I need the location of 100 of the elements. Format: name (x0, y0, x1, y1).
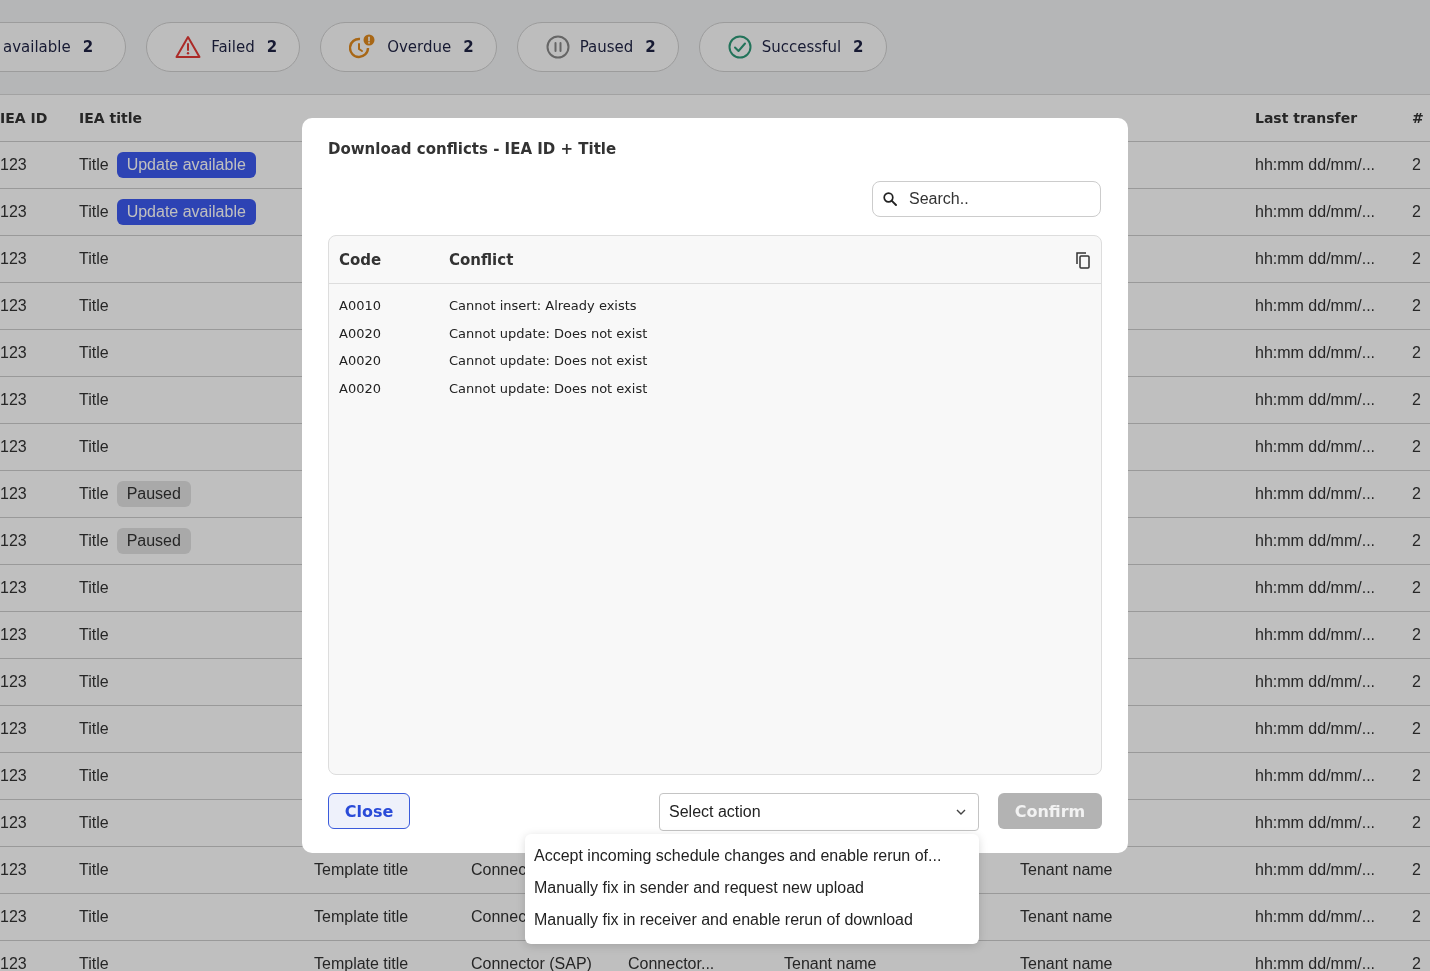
column-header[interactable]: IEA ID (0, 110, 48, 126)
table-cell: hh:mm dd/mm/... (1255, 485, 1376, 503)
table-cell: hh:mm dd/mm/... (1255, 861, 1376, 879)
menu-item[interactable]: Manually fix in receiver and enable rerun of download (534, 904, 979, 936)
table-cell: 123 (0, 579, 27, 597)
table-cell: hh:mm dd/mm/... (1255, 579, 1376, 597)
table-cell: Connec (471, 861, 527, 879)
close-button[interactable]: Close (328, 793, 410, 829)
status-badge: Paused (116, 528, 191, 554)
column-header: Code (339, 250, 383, 269)
table-cell: hh:mm dd/mm/... (1255, 156, 1376, 174)
table-cell: hh:mm dd/mm/... (1255, 626, 1376, 644)
table-cell: 2 (1412, 908, 1421, 926)
table-cell: Cannot update: Does not exist (449, 325, 648, 341)
table-cell: 123 (0, 626, 27, 644)
table-cell: hh:mm dd/mm/... (1255, 203, 1376, 221)
column-header[interactable]: Last transfer (1255, 110, 1358, 126)
table-cell-text: A0010 (339, 298, 382, 314)
warning-icon (175, 35, 202, 59)
column-header[interactable]: # (1412, 110, 1424, 126)
table-cell: 123 (0, 720, 27, 738)
search-icon (883, 192, 897, 206)
table-cell: 2 (1412, 955, 1421, 971)
table-cell: 2 (1412, 720, 1421, 738)
table-cell: 123 (0, 156, 27, 174)
table-cell: hh:mm dd/mm/... (1255, 532, 1376, 550)
menu-item[interactable]: Manually fix in sender and request new upload (534, 872, 979, 904)
table-cell-text: A0020 (339, 353, 382, 369)
table-cell: Title (79, 391, 109, 409)
table-cell: Title (79, 861, 109, 879)
menu-item[interactable]: Accept incoming schedule changes and enable rerun of... (534, 840, 979, 872)
table-cell: hh:mm dd/mm/... (1255, 814, 1376, 832)
table-cell: 2 (1412, 391, 1421, 409)
table-cell: Title (79, 203, 109, 221)
table-cell: Title (79, 673, 109, 691)
table-cell: 123 (0, 203, 27, 221)
filter-chip[interactable]: Successful 2 (698, 22, 887, 72)
table-cell: hh:mm dd/mm/... (1255, 955, 1376, 971)
table-cell: Template title (314, 908, 409, 926)
table-cell: hh:mm dd/mm/... (1255, 344, 1376, 362)
table-cell: Template title (314, 861, 409, 879)
table-cell: 123 (0, 814, 27, 832)
chevron-down-icon (956, 809, 966, 815)
check-circle-icon (727, 35, 752, 59)
table-cell: hh:mm dd/mm/... (1255, 391, 1376, 409)
table-cell: 2 (1412, 203, 1421, 221)
search-field[interactable]: Search.. (872, 181, 1101, 217)
filter-chip[interactable]: available 2 (0, 22, 127, 72)
table-cell: 2 (1412, 485, 1421, 503)
copy-icon[interactable] (1075, 250, 1091, 269)
table-cell: Title (79, 955, 109, 971)
table-cell: 123 (0, 297, 27, 315)
filter-chip[interactable]: Failed 2 (146, 22, 301, 72)
table-cell: 2 (1412, 861, 1421, 879)
column-header[interactable]: IEA title (79, 110, 142, 126)
table-cell: Title (79, 532, 109, 550)
pause-icon (545, 35, 570, 59)
table-cell: 2 (1412, 250, 1421, 268)
table-cell: Title (79, 814, 109, 832)
table-cell: Tenant name (1020, 908, 1113, 926)
table-cell: 123 (0, 532, 27, 550)
column-header: Conflict (449, 250, 514, 269)
table-cell: 123 (0, 861, 27, 879)
table-cell: hh:mm dd/mm/... (1255, 767, 1376, 785)
table-cell: Title (79, 908, 109, 926)
dialog-title: Download conflicts - IEA ID + Title (328, 140, 618, 158)
table-cell: Title (79, 767, 109, 785)
table-cell: 2 (1412, 438, 1421, 456)
table-cell: hh:mm dd/mm/... (1255, 673, 1376, 691)
table-cell: 2 (1412, 673, 1421, 691)
action-select[interactable]: Select action (659, 793, 979, 831)
table-cell: 123 (0, 767, 27, 785)
table-cell-text: A0020 (339, 380, 382, 396)
table-cell: Title (79, 297, 109, 315)
table-cell: Title (79, 485, 109, 503)
table-cell: Title (79, 156, 109, 174)
table-cell: 2 (1412, 579, 1421, 597)
table-cell: 123 (0, 391, 27, 409)
status-badge: Paused (116, 481, 191, 507)
table-cell: Tenant name (1020, 955, 1113, 971)
table-cell: hh:mm dd/mm/... (1255, 720, 1376, 738)
table-cell: Title (79, 344, 109, 362)
table-cell: 123 (0, 344, 27, 362)
table-cell: Title (79, 626, 109, 644)
filter-chip[interactable]: Overdue 2 (320, 22, 497, 72)
status-badge: Update available (116, 152, 256, 178)
table-cell: Cannot update: Does not exist (449, 353, 648, 369)
filter-chip[interactable]: Paused 2 (516, 22, 679, 72)
table-cell: Tenant name (1020, 861, 1113, 879)
table-cell: Cannot update: Does not exist (449, 380, 648, 396)
table-cell: 2 (1412, 156, 1421, 174)
table-cell: 123 (0, 955, 27, 971)
table-cell: Title (79, 438, 109, 456)
table-cell: 2 (1412, 814, 1421, 832)
table-cell: Title (79, 720, 109, 738)
table-cell-text: A0020 (339, 325, 382, 341)
table-cell: Tenant name (784, 955, 877, 971)
table-cell: hh:mm dd/mm/... (1255, 438, 1376, 456)
table-cell: 2 (1412, 344, 1421, 362)
table-cell: Connector... (628, 955, 715, 971)
